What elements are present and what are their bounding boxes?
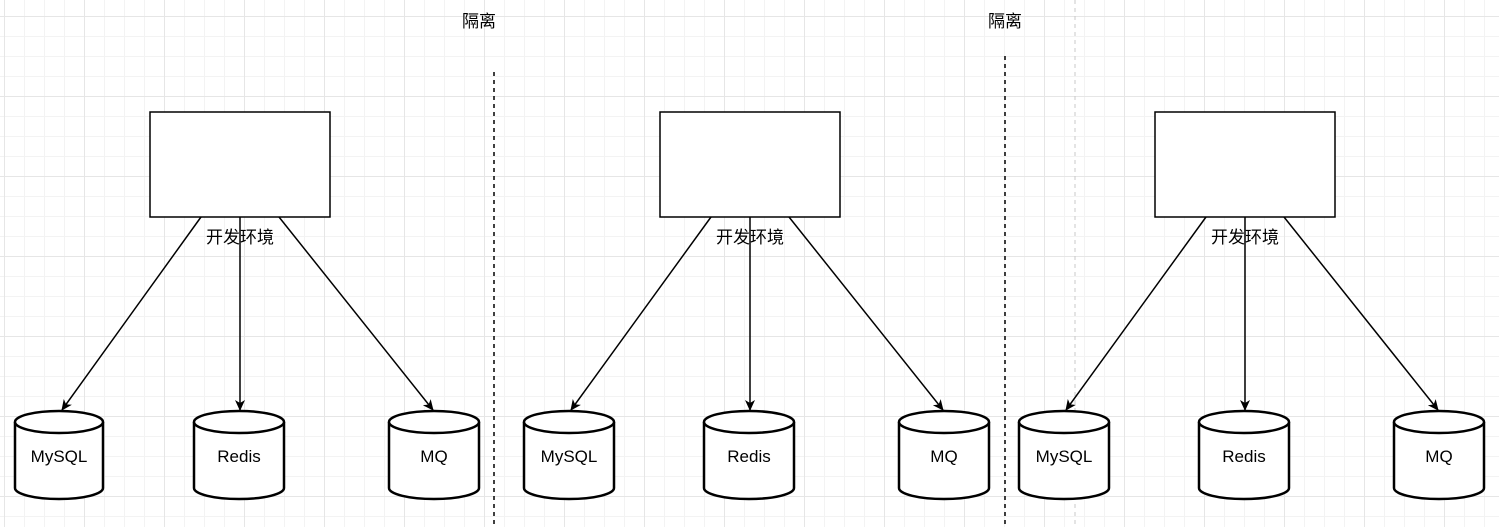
database-label: MySQL (1036, 447, 1093, 466)
isolation-label-1: 隔离 (462, 12, 496, 32)
database-redis[interactable]: Redis (702, 409, 796, 501)
database-label: MQ (1425, 447, 1452, 466)
database-mq[interactable]: MQ (387, 409, 481, 501)
database-label: MQ (930, 447, 957, 466)
arrow-to-mysql (1065, 216, 1207, 411)
database-label: MySQL (541, 447, 598, 466)
database-label: Redis (727, 447, 770, 466)
environment-1: 开发环境 MySQL Redis MQ (13, 111, 481, 501)
environment-label: 开发环境 (206, 228, 274, 248)
diagram-canvas: 隔离 隔离 开发环境 MySQL Redis MQ 开发环境 MySQL Red… (0, 0, 1499, 527)
arrow-to-mq (788, 216, 944, 411)
database-redis[interactable]: Redis (1197, 409, 1291, 501)
arrow-to-mq (278, 216, 434, 411)
database-mq[interactable]: MQ (1392, 409, 1486, 501)
database-mysql[interactable]: MySQL (13, 409, 105, 501)
database-mq[interactable]: MQ (897, 409, 991, 501)
database-label: Redis (217, 447, 260, 466)
environment-label: 开发环境 (716, 228, 784, 248)
database-mysql[interactable]: MySQL (1017, 409, 1111, 501)
database-label: MQ (420, 447, 447, 466)
database-redis[interactable]: Redis (192, 409, 286, 501)
environment-box[interactable] (149, 111, 331, 218)
arrow-to-mysql (61, 216, 202, 411)
database-label: MySQL (31, 447, 88, 466)
architecture-diagram: 隔离 隔离 开发环境 MySQL Redis MQ 开发环境 MySQL Red… (13, 0, 1486, 527)
environment-box[interactable] (1154, 111, 1336, 218)
environment-2: 开发环境 MySQL Redis MQ (522, 111, 991, 501)
environment-label: 开发环境 (1211, 228, 1279, 248)
environment-3: 开发环境 MySQL Redis MQ (1017, 111, 1486, 501)
database-label: Redis (1222, 447, 1265, 466)
environment-box[interactable] (659, 111, 841, 218)
arrow-to-mq (1283, 216, 1439, 411)
arrow-to-mysql (570, 216, 712, 411)
database-mysql[interactable]: MySQL (522, 409, 616, 501)
isolation-label-2: 隔离 (988, 12, 1022, 32)
